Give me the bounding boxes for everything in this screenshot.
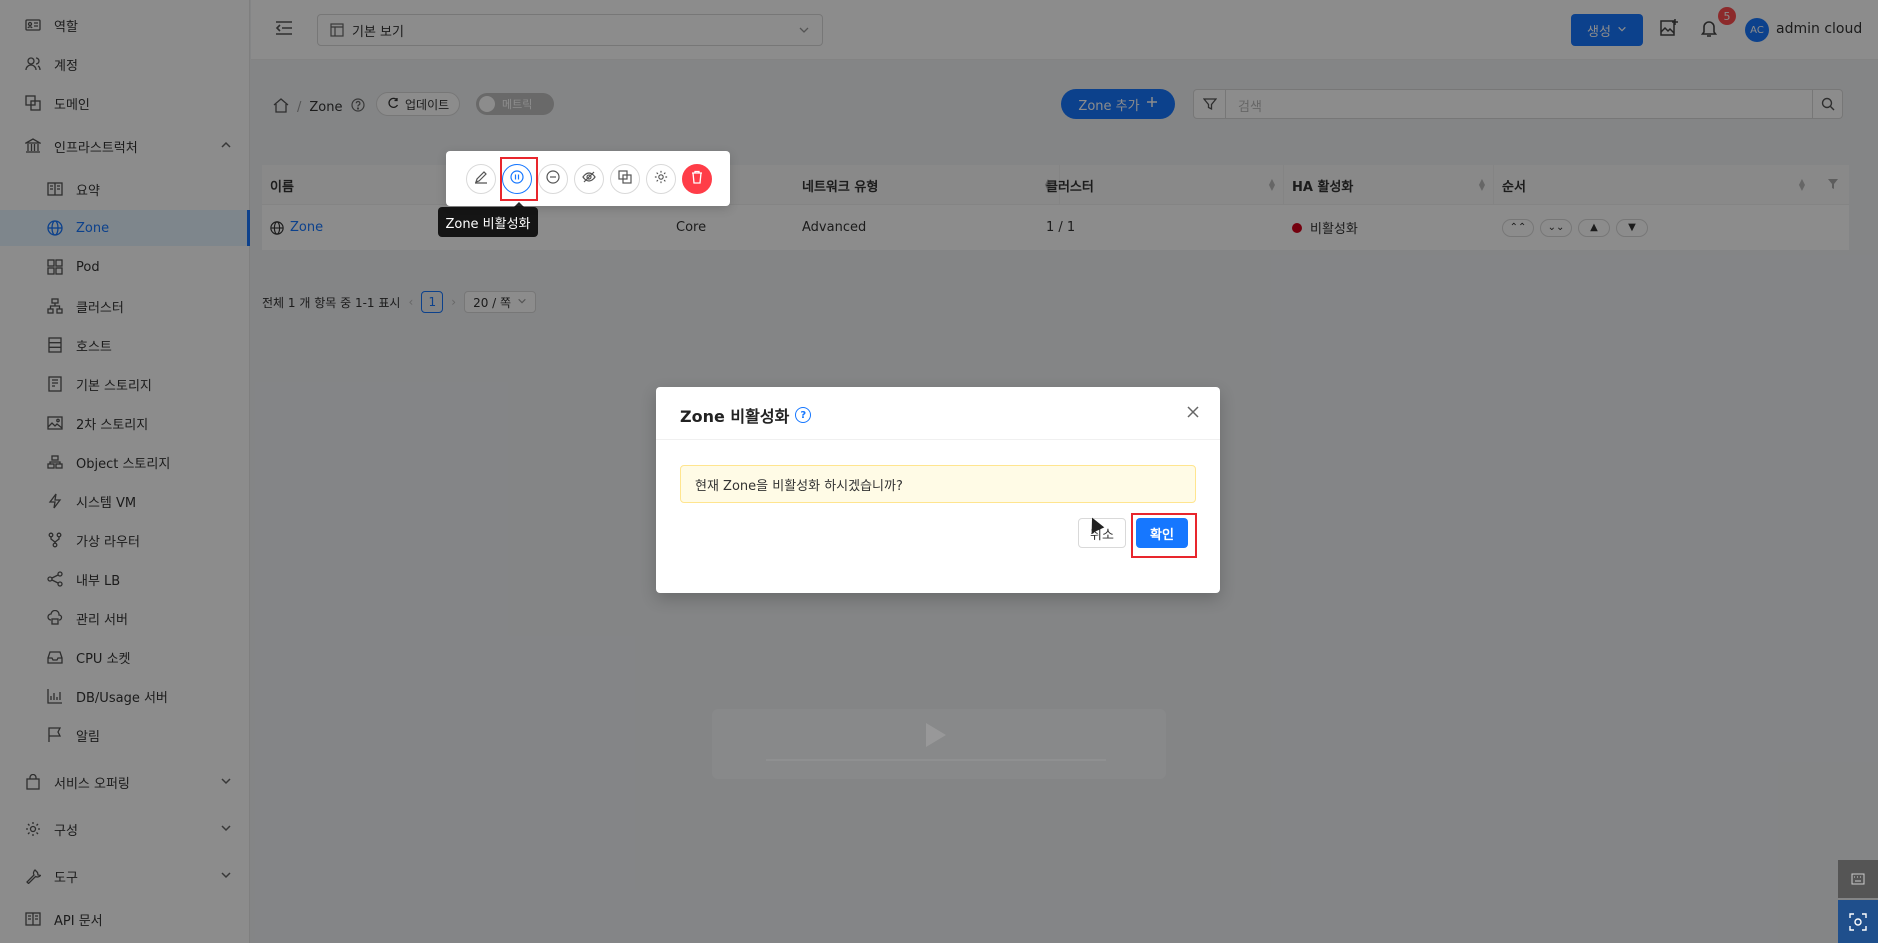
screenshot-icon[interactable] (1838, 900, 1878, 943)
edit-button[interactable] (466, 164, 496, 194)
delete-button[interactable] (682, 164, 712, 194)
video-player-ghost (712, 709, 1166, 779)
close-icon[interactable] (1186, 405, 1200, 423)
disable-zone-tooltip: Zone 비활성화 (438, 202, 538, 237)
disable-zone-dialog: Zone 비활성화 ? 현재 Zone을 비활성화 하시겠습니까? 취소 확인 (656, 387, 1220, 593)
confirm-message: 현재 Zone을 비활성화 하시겠습니까? (680, 465, 1196, 503)
copy-icon (618, 170, 632, 188)
settings-button[interactable] (646, 164, 676, 194)
eye-invisible-icon (582, 170, 596, 188)
video-track (766, 759, 1106, 761)
hide-button[interactable] (574, 164, 604, 194)
dialog-divider (656, 439, 1220, 440)
edit-icon (474, 170, 488, 188)
delete-icon (690, 170, 704, 188)
remove-button[interactable] (538, 164, 568, 194)
minus-circle-icon (546, 170, 560, 188)
play-icon (926, 723, 946, 747)
confirm-button-highlight (1131, 513, 1197, 558)
keyboard-icon[interactable] (1838, 860, 1878, 898)
setting-icon (654, 170, 668, 188)
dialog-title: Zone 비활성화 ? (680, 403, 812, 427)
disable-button-highlight (500, 157, 538, 201)
copy-button[interactable] (610, 164, 640, 194)
question-circle-icon[interactable]: ? (795, 407, 812, 423)
row-action-toolbar (446, 151, 730, 206)
